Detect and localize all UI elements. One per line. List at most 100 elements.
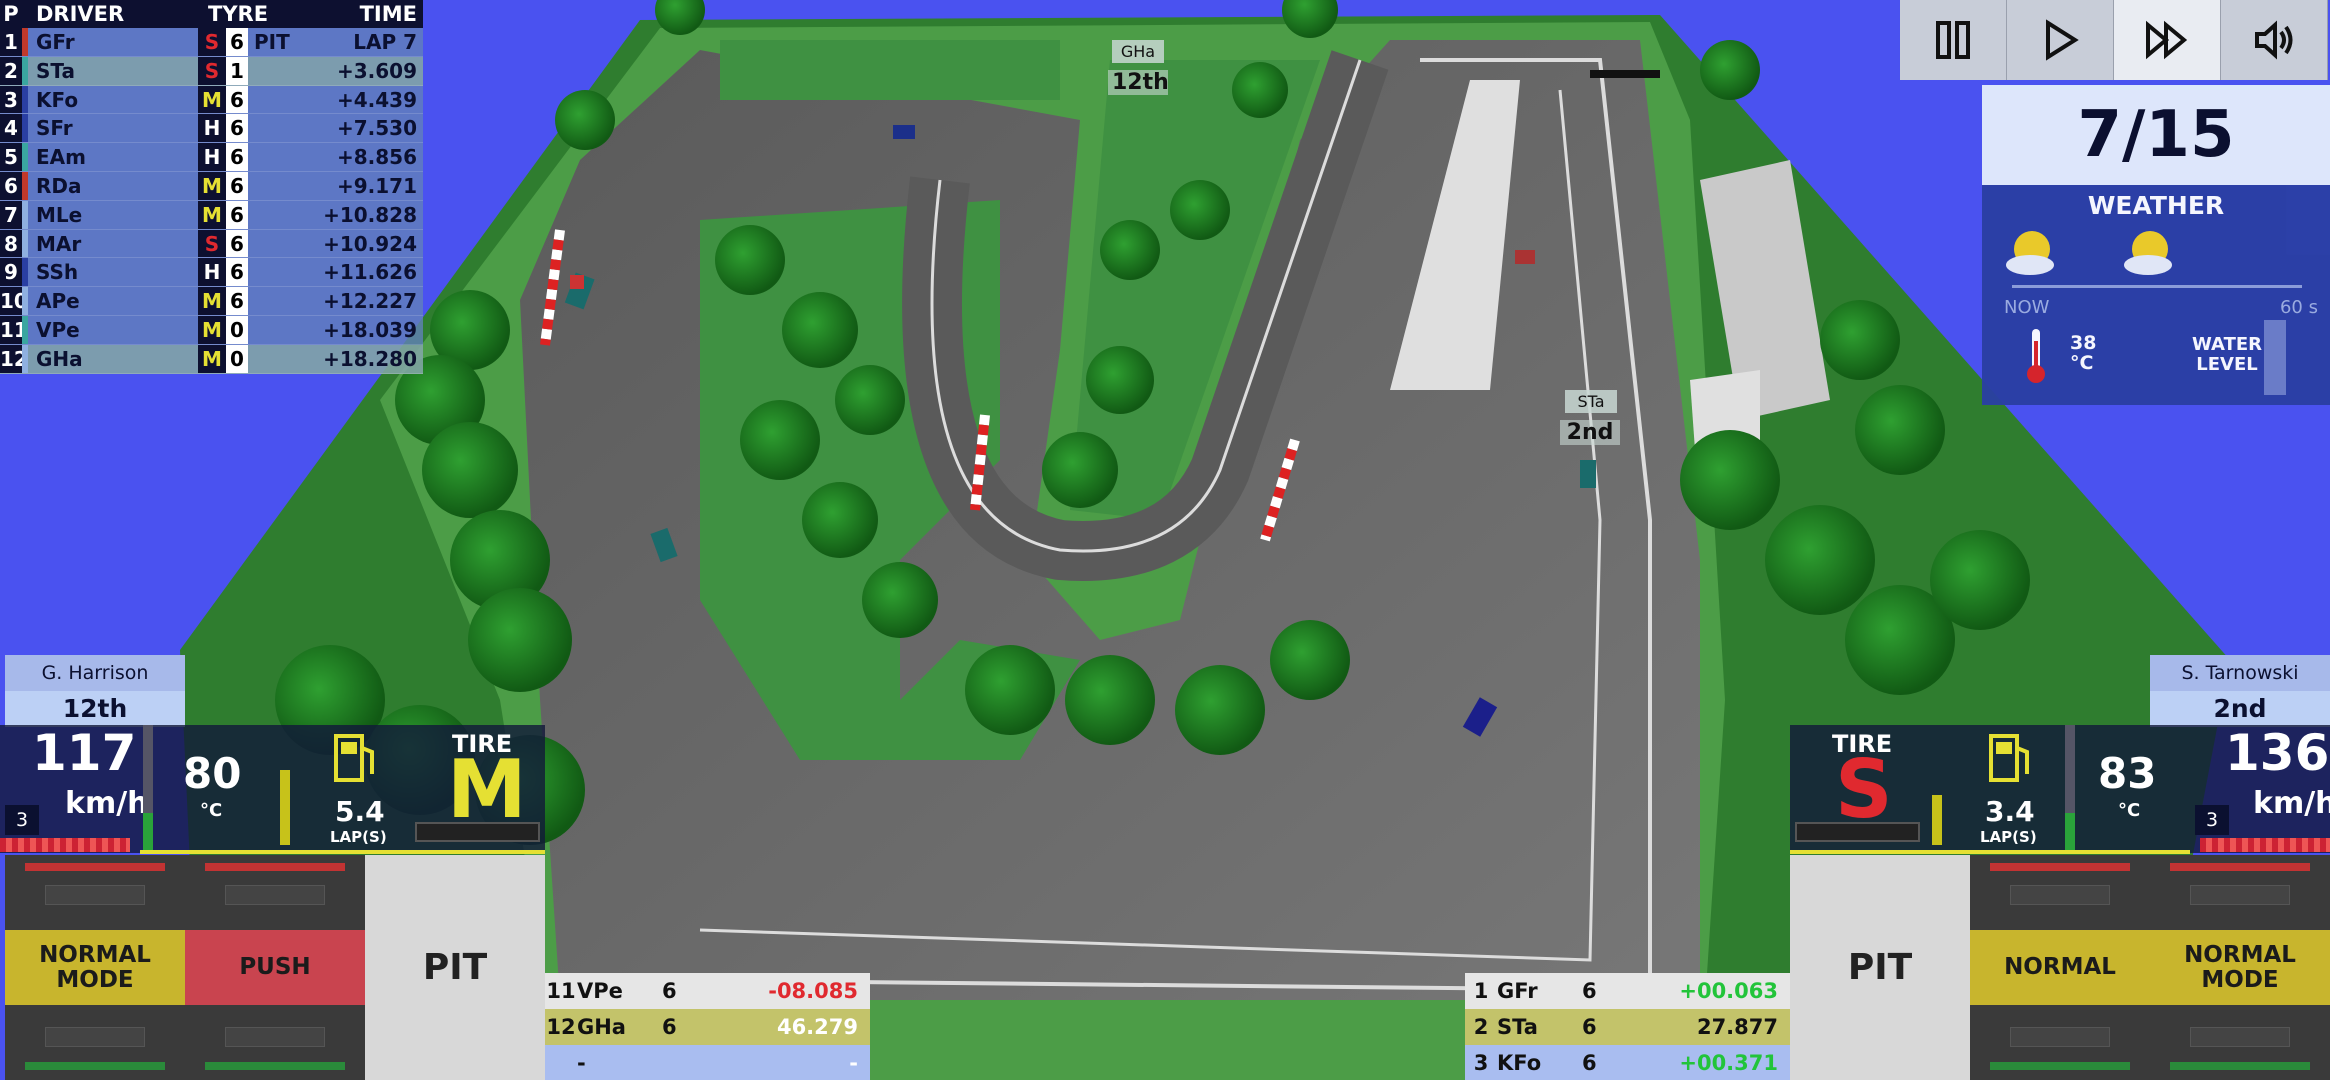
right-mode-column: NORMAL MODE <box>2150 855 2330 1080</box>
row-pit <box>248 86 308 114</box>
gap-row: 12 GHa 6 46.279 <box>545 1009 870 1045</box>
row-stint: 0 <box>226 315 248 344</box>
row-driver: SSh <box>36 260 79 285</box>
row-tyre: M <box>198 85 226 114</box>
row-driver: GHa <box>36 346 83 371</box>
row-tyre: H <box>198 258 226 287</box>
left-pit-button[interactable]: PIT <box>365 855 545 1080</box>
left-driver-name: G. Harrison <box>5 655 185 691</box>
speaker-icon <box>2255 20 2293 60</box>
row-time: +7.530 <box>336 116 417 141</box>
row-tyre: S <box>198 229 226 258</box>
standings-table: P DRIVER TYRE TIME 1 GFr S 6 PIT LAP 7 2 STa S 1 +… <box>0 0 423 374</box>
gap-position <box>545 1045 577 1080</box>
row-time: +10.924 <box>323 231 417 256</box>
right-normal-button[interactable]: NORMAL <box>1970 930 2150 1005</box>
row-stint: 6 <box>226 258 248 287</box>
weather-end-label: 60 s <box>2279 297 2318 318</box>
row-stint: 6 <box>226 229 248 258</box>
gap-row: 11 VPe 6 -08.085 <box>545 973 870 1009</box>
row-time: +11.626 <box>323 260 417 285</box>
right-tire-wear-bar <box>1795 822 1920 842</box>
gap-driver: STa <box>1497 1015 1538 1039</box>
row-tyre: H <box>198 114 226 143</box>
sound-button[interactable] <box>2221 0 2328 80</box>
gap-row: 3 KFo 6 +00.371 <box>1465 1045 1790 1080</box>
row-pit <box>248 258 308 286</box>
right-pit-button[interactable]: PIT <box>1790 855 1970 1080</box>
standings-row: 2 STa S 1 +3.609 <box>0 56 423 86</box>
gap-value: - <box>849 1051 858 1075</box>
standings-header: P DRIVER TYRE TIME <box>0 0 423 28</box>
right-fuel-laps: 3.4 <box>1985 795 2035 828</box>
gap-position: 11 <box>546 979 576 1003</box>
standings-row: 5 EAm H 6 +8.856 <box>0 143 423 172</box>
right-fuel-unit: LAP(S) <box>1980 828 2037 846</box>
lap-counter: 7/15 <box>1982 85 2330 185</box>
row-position: 3 <box>0 85 22 114</box>
left-speed-unit: km/h <box>65 786 149 821</box>
track-tag-position: 2nd <box>1560 420 1620 445</box>
row-pit <box>248 57 308 85</box>
row-time: +12.227 <box>323 289 417 314</box>
gap-stint: 6 <box>662 1015 677 1039</box>
row-position: 12 <box>0 344 28 373</box>
right-tire-compound: S <box>1835 743 1893 836</box>
right-speed-unit: km/h <box>2253 786 2330 821</box>
row-tyre: M <box>198 315 226 344</box>
row-position: 2 <box>0 56 22 85</box>
playback-controls <box>1900 0 2328 80</box>
row-time: +4.439 <box>336 87 417 112</box>
left-push-button[interactable]: PUSH <box>185 930 365 1005</box>
sun-cloud-icon <box>2124 231 2172 275</box>
pause-button[interactable] <box>1900 0 2007 80</box>
row-tyre: M <box>198 287 226 315</box>
left-stripe <box>0 838 130 852</box>
fast-forward-button[interactable] <box>2114 0 2221 80</box>
row-tyre: S <box>198 28 226 56</box>
standings-row: 1 GFr S 6 PIT LAP 7 <box>0 28 423 57</box>
gap-row: -- <box>545 1045 870 1080</box>
left-normal-mode-button[interactable]: NORMAL MODE <box>5 930 185 1005</box>
sun-cloud-icon <box>2006 231 2054 275</box>
gap-stint: 6 <box>1582 1015 1597 1039</box>
game-view: GHa 12th STa 2nd P DRIVER TYRE TIME 1 GFr… <box>0 0 2330 1080</box>
right-speed: 136 <box>2225 724 2330 782</box>
left-driver-position: 12th <box>5 691 185 727</box>
row-tyre: S <box>198 56 226 85</box>
gap-value: -08.085 <box>768 979 858 1003</box>
row-position: 9 <box>0 258 22 287</box>
standings-row: 7 MLe M 6 +10.828 <box>0 200 423 230</box>
weather-title: WEATHER <box>2087 191 2225 220</box>
right-temp-gauge <box>2065 725 2075 850</box>
row-time: +18.039 <box>323 317 417 342</box>
track-tag-name: GHa <box>1112 40 1164 63</box>
left-fuel-gauge <box>280 770 290 845</box>
left-engine-temp: 80 <box>183 749 242 798</box>
row-pit <box>248 201 308 229</box>
water-level-label: WATER LEVEL <box>2192 334 2263 375</box>
play-button[interactable] <box>2007 0 2114 80</box>
row-driver: APe <box>36 289 80 314</box>
left-mode-column: NORMAL MODE <box>5 855 185 1080</box>
row-position: 11 <box>0 315 28 344</box>
left-fuel-unit: LAP(S) <box>330 828 387 846</box>
row-stint: 1 <box>226 56 248 85</box>
row-driver: SFr <box>36 116 73 141</box>
weather-timeline <box>2012 285 2302 288</box>
row-driver: EAm <box>36 145 86 170</box>
right-fuel-gauge <box>1932 795 1942 845</box>
standings-row: 11 VPe M 0 +18.039 <box>0 315 423 345</box>
row-time: +9.171 <box>336 173 417 198</box>
row-stint: 6 <box>226 28 248 56</box>
standings-row: 8 MAr S 6 +10.924 <box>0 229 423 259</box>
left-temp-unit: °C <box>200 800 223 821</box>
weather-panel: WEATHER NOW 60 s 38 °C WATER LEVEL <box>1982 185 2330 405</box>
right-gap-table: 1 GFr 6 +00.063 2 STa 6 27.877 3 KFo 6 +00.371 <box>1465 973 1790 1080</box>
left-temp-gauge <box>143 725 153 850</box>
row-stint: 6 <box>226 200 248 229</box>
row-stint: 6 <box>226 171 248 200</box>
fuel-pump-icon <box>1989 734 2029 782</box>
air-temperature: 38 °C <box>2070 332 2097 374</box>
right-normal-mode-button[interactable]: NORMAL MODE <box>2150 930 2330 1005</box>
